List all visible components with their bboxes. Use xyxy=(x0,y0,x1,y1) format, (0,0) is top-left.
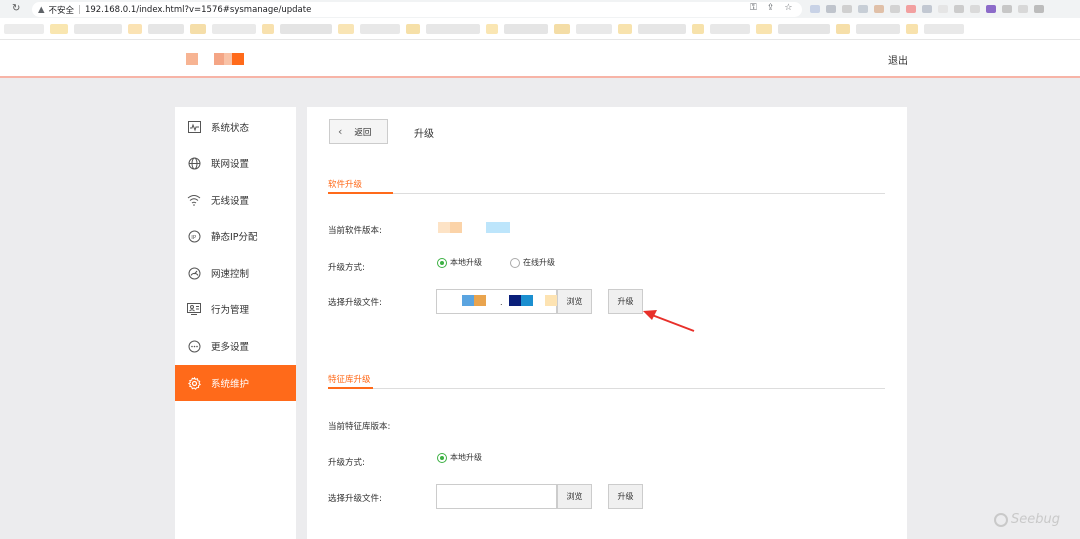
sidebar-item-network[interactable]: 联网设置 xyxy=(175,145,296,181)
gear-icon xyxy=(187,376,201,390)
wifi-icon xyxy=(187,193,201,207)
more-icon xyxy=(187,339,201,353)
speedometer-icon xyxy=(187,266,201,280)
signature-browse-button[interactable]: 浏览 xyxy=(557,484,592,509)
reload-icon[interactable]: ↻ xyxy=(12,3,20,14)
seebug-logo-icon xyxy=(994,512,1008,527)
software-upgrade-button[interactable]: 升级 xyxy=(608,289,643,314)
radio-selected-icon xyxy=(437,452,447,463)
sidebar-item-wireless[interactable]: 无线设置 xyxy=(175,182,296,218)
sidebar-item-more-settings[interactable]: 更多设置 xyxy=(175,328,296,364)
sidebar-item-label: 系统维护 xyxy=(211,379,250,390)
signature-method-label: 升级方式: xyxy=(328,458,365,468)
address-bar[interactable]: ▲ 不安全 | 192.168.0.1/index.html?v=1576#sy… xyxy=(32,2,802,17)
software-file-input[interactable]: . xyxy=(436,289,557,314)
sidebar-item-system-maintenance[interactable]: 系统维护 xyxy=(175,365,296,401)
section-title-signature-upgrade: 特征库升级 xyxy=(328,375,371,385)
sidebar-item-speed-control[interactable]: 网速控制 xyxy=(175,255,296,291)
section-title-software-upgrade: 软件升级 xyxy=(328,180,363,190)
sidebar-item-label: 行为管理 xyxy=(211,305,250,316)
back-button-label: 返回 xyxy=(354,127,372,138)
address-separator: | xyxy=(78,4,81,15)
share-icon[interactable]: ⇪ xyxy=(767,3,775,13)
activity-icon xyxy=(187,120,201,134)
sidebar-item-label: 静态IP分配 xyxy=(211,232,258,243)
radio-local-upgrade-signature[interactable]: 本地升级 xyxy=(437,452,482,463)
section-divider xyxy=(328,192,885,194)
sidebar-item-behavior[interactable]: 行为管理 xyxy=(175,291,296,327)
software-method-label: 升级方式: xyxy=(328,263,365,273)
radio-online-upgrade[interactable]: 在线升级 xyxy=(510,257,555,268)
page-title: 升级 xyxy=(414,129,434,140)
app-header: 退出 xyxy=(0,40,1080,78)
software-file-label: 选择升级文件: xyxy=(328,298,382,308)
browser-toolbar: ↻ ▲ 不安全 | 192.168.0.1/index.html?v=1576#… xyxy=(0,0,1080,18)
security-label: 不安全 xyxy=(48,5,75,16)
monitor-user-icon xyxy=(187,302,201,316)
globe-icon xyxy=(187,156,201,170)
logout-link[interactable]: 退出 xyxy=(888,52,908,67)
extensions-area xyxy=(810,5,1080,15)
sidebar-item-label: 联网设置 xyxy=(211,159,250,170)
sidebar-item-label: 更多设置 xyxy=(211,342,250,353)
back-button[interactable]: ‹ 返回 xyxy=(329,119,388,144)
bookmarks-bar xyxy=(0,18,1080,40)
software-version-label: 当前软件版本: xyxy=(328,226,382,236)
file-name-dot: . xyxy=(500,298,503,307)
sidebar: 系统状态 联网设置 无线设置 IP 静态IP分配 网速控制 行为管理 更多设置 xyxy=(175,107,296,539)
radio-label: 本地升级 xyxy=(450,258,482,267)
sidebar-item-static-ip[interactable]: IP 静态IP分配 xyxy=(175,218,296,254)
svg-text:IP: IP xyxy=(191,234,197,240)
chevron-left-icon: ‹ xyxy=(338,125,343,138)
watermark-text: Seebug xyxy=(1011,512,1060,527)
main-panel: ‹ 返回 升级 软件升级 当前软件版本: 升级方式: 本地升级 在线升级 选择升… xyxy=(307,107,907,539)
signature-file-input[interactable] xyxy=(436,484,557,509)
section-divider xyxy=(328,387,885,389)
sidebar-item-label: 系统状态 xyxy=(211,123,250,134)
radio-label: 在线升级 xyxy=(523,258,555,267)
sidebar-item-label: 无线设置 xyxy=(211,196,250,207)
brand-logo xyxy=(186,53,244,65)
sidebar-item-system-status[interactable]: 系统状态 xyxy=(175,109,296,145)
software-version-value-redacted xyxy=(486,222,510,233)
radio-selected-icon xyxy=(437,257,447,268)
sidebar-item-label: 网速控制 xyxy=(211,269,250,280)
signature-file-label: 选择升级文件: xyxy=(328,494,382,504)
radio-local-upgrade[interactable]: 本地升级 xyxy=(437,257,482,268)
warning-icon: ▲ xyxy=(38,4,45,15)
software-version-value-redacted xyxy=(450,222,462,233)
signature-upgrade-button[interactable]: 升级 xyxy=(608,484,643,509)
software-version-value-redacted xyxy=(438,222,450,233)
seebug-watermark: Seebug xyxy=(994,512,1060,527)
radio-label: 本地升级 xyxy=(450,453,482,462)
url-text: 192.168.0.1/index.html?v=1576#sysmanage/… xyxy=(84,4,312,15)
software-browse-button[interactable]: 浏览 xyxy=(557,289,592,314)
key-icon[interactable]: ⚿ xyxy=(750,3,757,13)
signature-version-label: 当前特征库版本: xyxy=(328,422,391,432)
ip-icon: IP xyxy=(187,229,201,243)
star-icon[interactable]: ☆ xyxy=(784,3,792,13)
radio-unselected-icon xyxy=(510,257,520,268)
